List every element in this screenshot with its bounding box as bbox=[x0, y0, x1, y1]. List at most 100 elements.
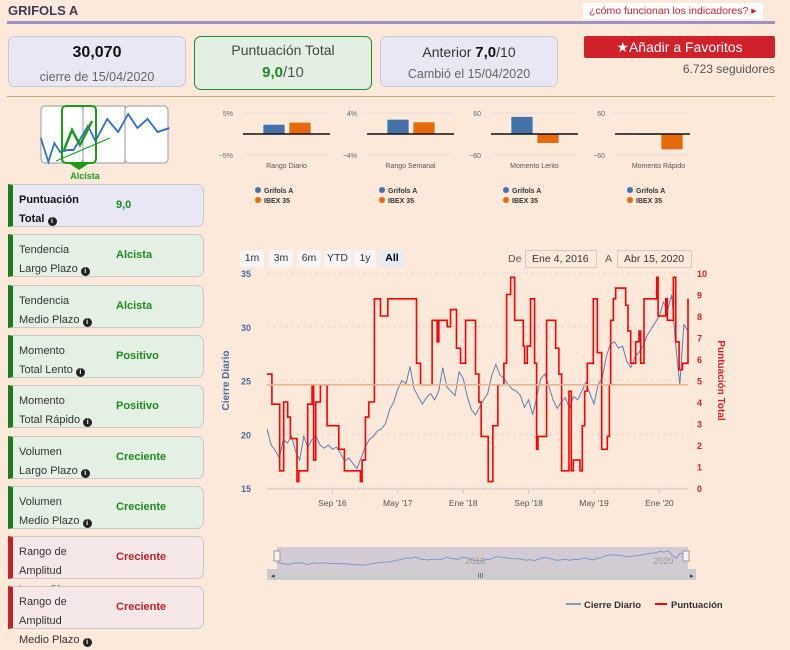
indicator-value: Creciente bbox=[116, 551, 167, 564]
indicator-title-line2: Largo Plazo bbox=[19, 464, 78, 477]
indicator-card[interactable]: Tendencia Largo Plazo i Alcista bbox=[8, 234, 204, 279]
indicator-card[interactable]: Tendencia Medio Plazo i Alcista bbox=[8, 284, 204, 328]
navigator-label: 2018 bbox=[465, 556, 485, 566]
bar-ibex bbox=[660, 133, 684, 151]
indicator-value: Creciente bbox=[116, 450, 167, 463]
indicator-value: Positivo bbox=[116, 400, 159, 413]
indicator-card[interactable]: Puntuación Total i 9,0 bbox=[8, 184, 204, 227]
info-icon[interactable]: i bbox=[47, 217, 57, 226]
indicator-title: Rango de Amplitud Medio Plazo i bbox=[19, 593, 109, 650]
indicator-card[interactable]: Rango de Amplitud Medio Plazo i Creciente bbox=[8, 586, 204, 648]
navigator-handle[interactable] bbox=[682, 550, 690, 562]
indicator-value: Alcista bbox=[116, 249, 153, 262]
scroll-left-arrow: ◂ bbox=[271, 573, 275, 580]
right-axis-tick: 2 bbox=[697, 441, 702, 451]
page-title: GRIFOLS A bbox=[8, 3, 79, 18]
bar-ibex bbox=[536, 133, 560, 144]
mini-chart-1: 4% −4% Grifols A IBEX 35 Rango Semanal bbox=[343, 111, 454, 205]
legend-label: Grifols A bbox=[388, 188, 417, 195]
x-tick-label: May '19 bbox=[579, 498, 609, 508]
indicator-title: Volumen Largo Plazo i bbox=[19, 443, 109, 481]
indicator-value: Creciente bbox=[116, 500, 167, 513]
x-tick-label: May '17 bbox=[383, 498, 413, 508]
left-axis-tick: 20 bbox=[241, 430, 251, 440]
prev-value: 7,0 bbox=[475, 44, 497, 61]
indicator-card[interactable]: Volumen Medio Plazo i Creciente bbox=[8, 485, 204, 529]
chart-title: Momento Lento bbox=[510, 163, 559, 170]
navigator-handle[interactable] bbox=[273, 550, 281, 562]
indicator-title: Momento Total Lento i bbox=[19, 342, 109, 380]
info-icon[interactable]: i bbox=[82, 317, 92, 327]
info-icon[interactable]: i bbox=[80, 267, 90, 277]
legend-marker bbox=[503, 197, 509, 203]
divider bbox=[7, 21, 775, 24]
right-axis-tick: 6 bbox=[697, 355, 702, 365]
tick-label: 60 bbox=[473, 111, 481, 118]
indicator-title-line2: Total Rápido bbox=[19, 414, 81, 427]
followers-count: 6.723 seguidores bbox=[682, 62, 775, 76]
left-axis-tick: 30 bbox=[241, 323, 251, 333]
info-icon[interactable]: i bbox=[82, 638, 92, 648]
add-favorites-button[interactable]: ★Añadir a Favoritos bbox=[584, 36, 775, 58]
indicator-title: Momento Total Rápido i bbox=[19, 392, 109, 430]
indicator-title-line1: Tendencia bbox=[19, 244, 70, 257]
indicator-title: Tendencia Largo Plazo i bbox=[19, 241, 109, 279]
trend-label: Alcista bbox=[70, 171, 100, 181]
legend-marker bbox=[379, 187, 385, 193]
indicator-title-line2: Medio Plazo bbox=[19, 313, 80, 326]
left-axis-title: Cierre Diario bbox=[221, 350, 232, 410]
indicator-title-line2: Total bbox=[19, 213, 45, 225]
score-value: 9,0 bbox=[262, 64, 283, 81]
close-price: 30,070 bbox=[72, 44, 122, 61]
indicator-title-line1: Tendencia bbox=[19, 294, 70, 307]
indicator-card[interactable]: Rango de AmplitudLargo Plazo iCreciente bbox=[8, 536, 204, 598]
indicator-title-line1: Momento bbox=[19, 344, 65, 357]
how-indicators-link[interactable]: ¿cómo funcionan los indicadores? ▸ bbox=[583, 3, 763, 19]
legend-marker bbox=[255, 187, 261, 193]
x-tick-label: Ene '20 bbox=[645, 498, 674, 508]
info-icon[interactable]: i bbox=[80, 468, 90, 478]
indicator-value: Positivo bbox=[116, 349, 159, 362]
chart-title: Rango Diario bbox=[266, 163, 307, 170]
price-box: 30,070 cierre de 15/04/2020 bbox=[8, 36, 186, 87]
legend-marker bbox=[503, 187, 509, 193]
indicator-title-line1: Rango de Amplitud bbox=[19, 596, 67, 628]
bar-grifols bbox=[510, 116, 534, 135]
indicator-value: Alcista bbox=[116, 299, 153, 312]
legend-label: Grifols A bbox=[264, 188, 293, 195]
x-tick-label: Sep '16 bbox=[318, 498, 347, 508]
prev-label: Anterior bbox=[422, 44, 476, 60]
mini-chart-3: 60 −60 Grifols A IBEX 35 Momento Rápido bbox=[593, 111, 690, 205]
mini-chart-2: 60 −60 Grifols A IBEX 35 Momento Lento bbox=[469, 111, 578, 205]
indicator-card[interactable]: Momento Total Lento i Positivo bbox=[8, 334, 204, 380]
indicator-title-line2: Largo Plazo bbox=[19, 263, 78, 276]
indicator-title-line2: Medio Plazo bbox=[19, 634, 80, 647]
indicator-card[interactable]: Momento Total Rápido i Positivo bbox=[8, 385, 204, 430]
close-date: cierre de 15/04/2020 bbox=[39, 70, 155, 84]
legend-label: IBEX 35 bbox=[388, 198, 414, 205]
bar-grifols bbox=[262, 124, 286, 135]
legend-score-label: Puntuación bbox=[671, 600, 723, 611]
tick-label: −5% bbox=[219, 153, 233, 160]
chart-title: Momento Rápido bbox=[632, 163, 685, 170]
score-max: /10 bbox=[283, 64, 304, 81]
left-axis-tick: 25 bbox=[241, 377, 251, 387]
info-icon[interactable]: i bbox=[82, 518, 92, 528]
bar-ibex bbox=[412, 121, 436, 135]
legend-marker bbox=[627, 187, 633, 193]
score-line bbox=[267, 276, 689, 483]
scroll-right-arrow: ▸ bbox=[690, 573, 694, 580]
info-icon[interactable]: i bbox=[75, 367, 85, 377]
legend-label: Grifols A bbox=[512, 188, 541, 195]
right-axis-tick: 8 bbox=[697, 312, 702, 322]
indicator-value: 9,0 bbox=[116, 199, 132, 211]
indicator-title-line1: Volumen bbox=[19, 445, 62, 458]
right-axis-title: Puntuación Total bbox=[715, 340, 726, 421]
tick-label: 5% bbox=[223, 111, 233, 118]
uptrend-icon bbox=[40, 105, 170, 170]
indicator-card[interactable]: Volumen Largo Plazo i Creciente bbox=[8, 435, 204, 481]
indicator-title: Puntuación Total i bbox=[19, 191, 109, 229]
legend-marker bbox=[379, 197, 385, 203]
info-icon[interactable]: i bbox=[83, 418, 93, 428]
indicator-title-line1: Momento bbox=[19, 395, 65, 408]
